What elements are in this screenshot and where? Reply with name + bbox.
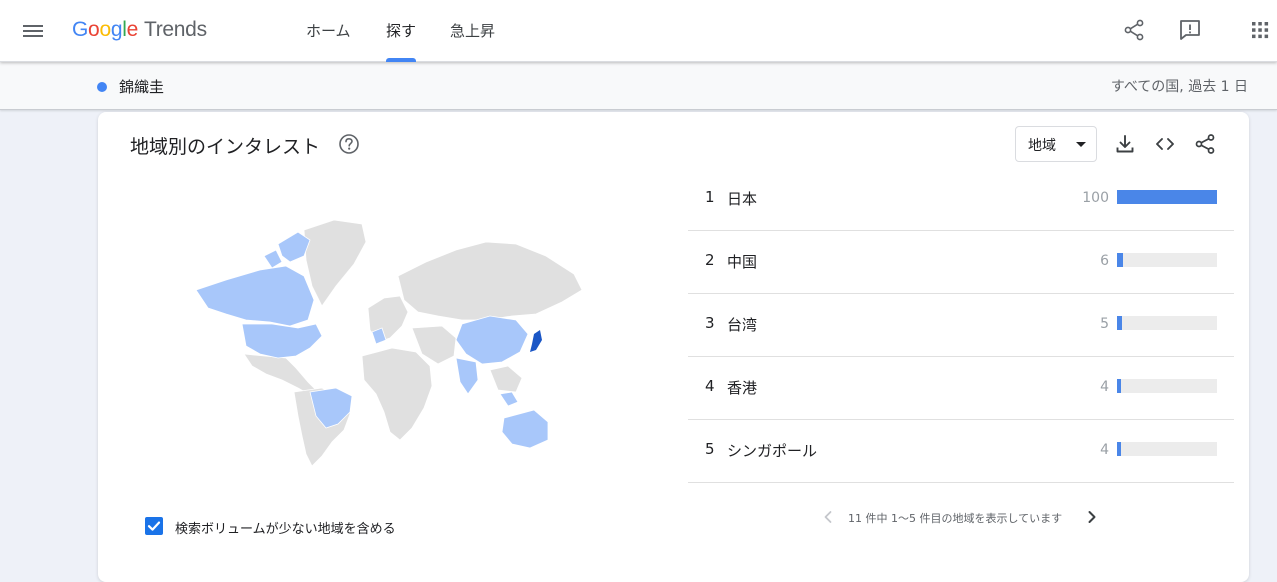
caret-down-icon <box>1076 142 1086 147</box>
term-color-dot <box>97 82 107 92</box>
region-rank: 5 <box>705 440 715 458</box>
tab-home[interactable]: ホーム <box>306 0 351 62</box>
region-rank: 4 <box>705 377 715 395</box>
region-name: 香港 <box>727 379 758 397</box>
logo-letter: e <box>126 18 139 41</box>
logo-letter: o <box>99 18 111 41</box>
region-bar <box>1117 379 1217 393</box>
region-bar-fill <box>1117 253 1123 267</box>
apps-icon[interactable] <box>1247 17 1273 43</box>
region-bar-fill <box>1117 190 1217 204</box>
hamburger-menu-icon[interactable] <box>20 19 46 43</box>
region-rank: 3 <box>705 314 715 332</box>
region-rank: 2 <box>705 251 715 269</box>
logo-letter: o <box>88 18 100 41</box>
region-bar-fill <box>1117 316 1122 330</box>
share-icon[interactable] <box>1121 17 1147 43</box>
region-bar-fill <box>1117 442 1121 456</box>
card-title: 地域別のインタレスト <box>130 136 321 158</box>
region-value: 4 <box>1100 442 1109 458</box>
map-land-strong <box>530 330 542 352</box>
tab-trending[interactable]: 急上昇 <box>450 0 495 62</box>
chevron-right-icon[interactable] <box>1082 507 1102 527</box>
region-value: 6 <box>1100 253 1109 269</box>
low-volume-checkbox-label[interactable]: 検索ボリュームが少ない地域を含める <box>175 518 396 537</box>
embed-icon[interactable] <box>1153 132 1177 156</box>
region-bar <box>1117 253 1217 267</box>
region-bar <box>1117 442 1217 456</box>
logo-letter: G <box>72 18 89 41</box>
world-map[interactable] <box>186 216 586 466</box>
region-value: 4 <box>1100 379 1109 395</box>
search-term[interactable]: 錦織圭 <box>119 76 164 97</box>
low-volume-checkbox[interactable] <box>145 517 163 535</box>
region-name: シンガポール <box>727 442 818 460</box>
chevron-left-icon[interactable] <box>818 507 838 527</box>
region-name: 日本 <box>727 190 758 208</box>
region-bar <box>1117 190 1217 204</box>
region-row-4[interactable]: 4 香港 4 <box>688 357 1234 420</box>
region-row-3[interactable]: 3 台湾 5 <box>688 294 1234 357</box>
tab-explore[interactable]: 探す <box>386 0 417 62</box>
region-select-value: 地域 <box>1028 138 1056 154</box>
search-scope: すべての国, 過去 1 日 <box>1110 79 1248 95</box>
feedback-icon[interactable] <box>1177 17 1203 43</box>
region-row-2[interactable]: 2 中国 6 <box>688 231 1234 294</box>
region-bar-fill <box>1117 379 1121 393</box>
interest-by-region-card: 地域別のインタレスト 地域 1 日本 100 2 中国 6 3 台湾 5 4 香… <box>98 112 1249 582</box>
download-icon[interactable] <box>1113 132 1137 156</box>
region-value: 5 <box>1100 316 1109 332</box>
region-bar <box>1117 316 1217 330</box>
region-row-1[interactable]: 1 日本 100 <box>688 168 1234 231</box>
region-row-5[interactable]: 5 シンガポール 4 <box>688 420 1234 483</box>
region-value: 100 <box>1082 190 1109 206</box>
search-term-bar: 錦織圭 すべての国, 過去 1 日 <box>0 62 1277 110</box>
checkmark-icon <box>147 521 161 531</box>
top-app-bar: Google Trends ホーム 探す 急上昇 <box>0 0 1277 62</box>
region-name: 台湾 <box>727 316 758 334</box>
share-icon[interactable] <box>1193 132 1217 156</box>
google-trends-logo[interactable]: Google Trends <box>72 18 207 42</box>
logo-product-name: Trends <box>143 18 207 41</box>
pagination: 11 件中 1〜5 件目の地域を表示しています <box>818 507 1108 527</box>
pagination-text: 11 件中 1〜5 件目の地域を表示しています <box>848 512 1063 525</box>
region-name: 中国 <box>727 253 758 271</box>
region-resolution-select[interactable]: 地域 <box>1015 126 1097 162</box>
help-icon[interactable] <box>338 133 360 155</box>
low-volume-checkbox-row: 検索ボリュームが少ない地域を含める <box>145 516 425 538</box>
logo-letter: g <box>110 18 123 41</box>
region-rank: 1 <box>705 188 715 206</box>
